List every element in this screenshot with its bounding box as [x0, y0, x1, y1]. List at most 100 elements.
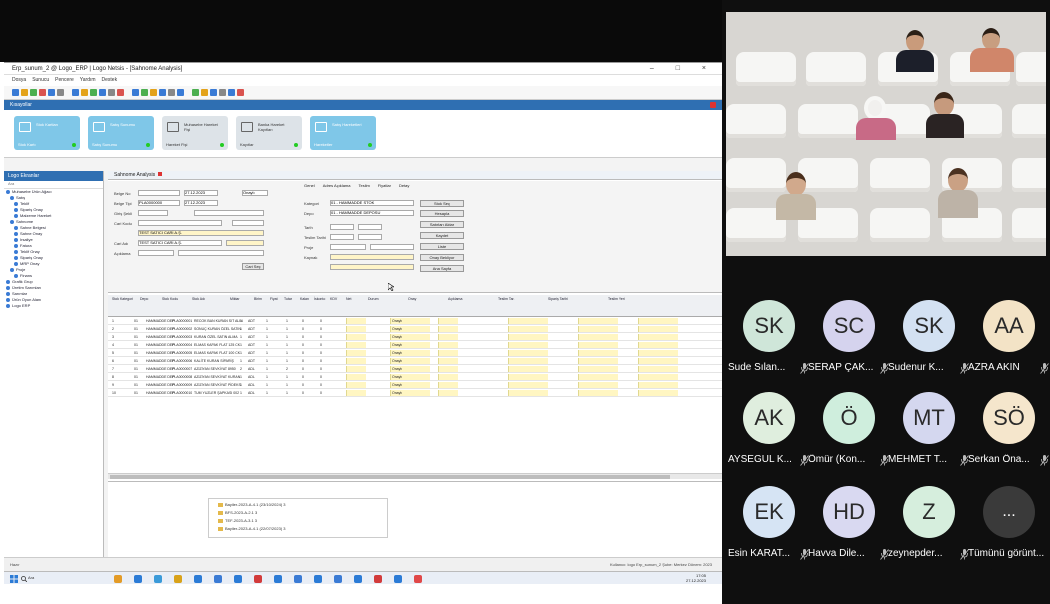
editable-cell[interactable]: [638, 342, 678, 348]
grid-column-header[interactable]: İskonto: [314, 297, 325, 301]
grid-column-header[interactable]: Fiyat: [270, 297, 278, 301]
toolbar-button-icon[interactable]: [90, 89, 97, 96]
participant-tile[interactable]: MT MEHMET T...: [888, 392, 969, 472]
view-all-participants-button[interactable]: ... Tümünü görünt...: [968, 486, 1044, 566]
taskbar-app-icon[interactable]: [154, 575, 162, 583]
editable-cell[interactable]: [638, 326, 678, 332]
shortcut-tile[interactable]: Muhasebe Hareket Fişi Hareket Fişi: [162, 116, 228, 150]
toolbar-button-icon[interactable]: [48, 89, 55, 96]
teslim-extra-field[interactable]: [358, 234, 382, 240]
toolbar-button-icon[interactable]: [159, 89, 166, 96]
tab-sahnome-analysis[interactable]: Sahnome Analysis: [108, 171, 722, 180]
taskbar-search[interactable]: Ara: [28, 575, 34, 580]
proje-extra-field[interactable]: [370, 244, 414, 250]
date-field[interactable]: 27.12.2023: [184, 190, 218, 196]
toolbar-button-icon[interactable]: [21, 89, 28, 96]
shortcut-tile[interactable]: Stok Kartları Stok Kartı: [14, 116, 80, 150]
ana-sayfa-button[interactable]: Ana Sayfa: [420, 265, 464, 272]
aktar-button[interactable]: Satırları Aktar: [420, 221, 464, 228]
grid-column-header[interactable]: Durum: [368, 297, 379, 301]
toolbar-button-icon[interactable]: [150, 89, 157, 96]
toolbar-button-icon[interactable]: [192, 89, 199, 96]
attachment-item[interactable]: Bayiler-2023-A-4.1 (22/07/2023) 3: [218, 526, 285, 531]
grid-column-header[interactable]: Sipariş Tarihi: [548, 297, 568, 301]
taskbar-app-icon[interactable]: [134, 575, 142, 583]
editable-cell[interactable]: [578, 390, 618, 396]
editable-cell[interactable]: [438, 342, 458, 348]
grid-column-header[interactable]: Teslim Yeri: [608, 297, 625, 301]
editable-cell[interactable]: [438, 358, 458, 364]
tarih-field[interactable]: [330, 224, 354, 230]
taskbar-app-icon[interactable]: [114, 575, 122, 583]
onay-button[interactable]: Onay Bekliyor: [420, 254, 464, 261]
editable-cell[interactable]: [578, 374, 618, 380]
toolbar-button-icon[interactable]: [237, 89, 244, 96]
editable-cell[interactable]: [508, 350, 548, 356]
participant-tile[interactable]: Ö Ömür (Kon...: [808, 392, 889, 472]
shortcut-tile[interactable]: Banka Hareket Kayıtları Kayıtlar: [236, 116, 302, 150]
toolbar-button-icon[interactable]: [117, 89, 124, 96]
table-row[interactable]: 4 01 HAMMADDE DEP PLA0000004 ELMAS KAPAK FLA…: [108, 341, 722, 349]
grid-column-header[interactable]: Net: [346, 297, 351, 301]
toolbar-button-icon[interactable]: [201, 89, 208, 96]
table-row[interactable]: 7 01 HAMMADDE DEP PLA0000007 AZIZIYAN SEVKİY…: [108, 365, 722, 373]
toolbar-button-icon[interactable]: [30, 89, 37, 96]
participant-tile[interactable]: SK Sude Sılan...: [728, 300, 809, 380]
status-field[interactable]: Onaylı: [242, 190, 268, 196]
editable-cell[interactable]: [638, 382, 678, 388]
tree-search-input[interactable]: Ara: [4, 181, 103, 189]
editable-cell[interactable]: [638, 318, 678, 324]
table-row[interactable]: 3 01 HAMMADDE DEP PLA0000003 KURAN ÖZEL SATI…: [108, 333, 722, 341]
belge-no-field[interactable]: [138, 190, 180, 196]
editable-cell[interactable]: [578, 358, 618, 364]
aciklama-field[interactable]: [138, 250, 174, 256]
editable-cell[interactable]: [578, 350, 618, 356]
editable-cell[interactable]: [638, 334, 678, 340]
toolbar-button-icon[interactable]: [108, 89, 115, 96]
editable-cell[interactable]: [438, 350, 458, 356]
toolbar-button-icon[interactable]: [228, 89, 235, 96]
grid-column-header[interactable]: Kalan: [300, 297, 309, 301]
editable-cell[interactable]: [438, 326, 458, 332]
toolbar-button-icon[interactable]: [132, 89, 139, 96]
editable-cell[interactable]: [638, 358, 678, 364]
editable-cell[interactable]: [508, 342, 548, 348]
grid-column-header[interactable]: Tutar: [284, 297, 292, 301]
toolbar-button-icon[interactable]: [81, 89, 88, 96]
toolbar-button-icon[interactable]: [57, 89, 64, 96]
table-row[interactable]: 1 01 HAMMADDE DEP PLA0000001 RECOK BAN KURAN…: [108, 317, 722, 325]
table-row[interactable]: 5 01 HAMMADDE DEP PLA0000005 ELMAS KAPAK FLA…: [108, 349, 722, 357]
attachment-item[interactable]: BFS-2023-A-2.1 3: [218, 510, 257, 515]
editable-cell[interactable]: [578, 342, 618, 348]
toolbar-button-icon[interactable]: [210, 89, 217, 96]
editable-cell[interactable]: [508, 366, 548, 372]
toolbar-button-icon[interactable]: [72, 89, 79, 96]
table-row[interactable]: 10 01 HAMMADDE DEP PLA0000010 TUM YUZLER ŞAP…: [108, 389, 722, 397]
grid-column-header[interactable]: Miktar: [230, 297, 240, 301]
cari-unvan-field[interactable]: TEST SATICI CARİ A.Ş.: [138, 230, 264, 236]
table-row[interactable]: 9 01 HAMMADDE DEP PLA0000009 AZIZIYAN SEVKİY…: [108, 381, 722, 389]
form-subtab[interactable]: Detay: [399, 183, 409, 188]
participant-tile[interactable]: Zzeynepder...: [888, 486, 969, 566]
search-icon[interactable]: [21, 576, 27, 582]
taskbar-app-icon[interactable]: [174, 575, 182, 583]
editable-cell[interactable]: [578, 326, 618, 332]
editable-cell[interactable]: [438, 382, 458, 388]
editable-cell[interactable]: [638, 374, 678, 380]
toolbar-button-icon[interactable]: [177, 89, 184, 96]
attachment-item[interactable]: TEF-2023-A-3.1 3: [218, 518, 257, 523]
scrollbar-thumb[interactable]: [110, 475, 670, 479]
close-icon[interactable]: [710, 102, 716, 108]
grid-column-header[interactable]: Stok Adı: [192, 297, 205, 301]
participant-tile[interactable]: SC SERAP ÇAK...: [808, 300, 889, 380]
teslim-field[interactable]: [194, 210, 264, 216]
shortcut-tile[interactable]: Satış Sunumu Satış Sunumu: [88, 116, 154, 150]
cari-select-button[interactable]: Cari Seç: [242, 263, 264, 270]
editable-cell[interactable]: [508, 390, 548, 396]
grid-column-header[interactable]: Depo: [140, 297, 148, 301]
cari-kodu-field[interactable]: [138, 220, 222, 226]
editable-cell[interactable]: [346, 342, 366, 348]
participant-tile[interactable]: EK Esin KARAT...: [728, 486, 809, 566]
window-controls[interactable]: – □ ×: [650, 63, 716, 75]
depo-field[interactable]: 01 - HAMMADDE DEPOSU: [330, 210, 414, 216]
